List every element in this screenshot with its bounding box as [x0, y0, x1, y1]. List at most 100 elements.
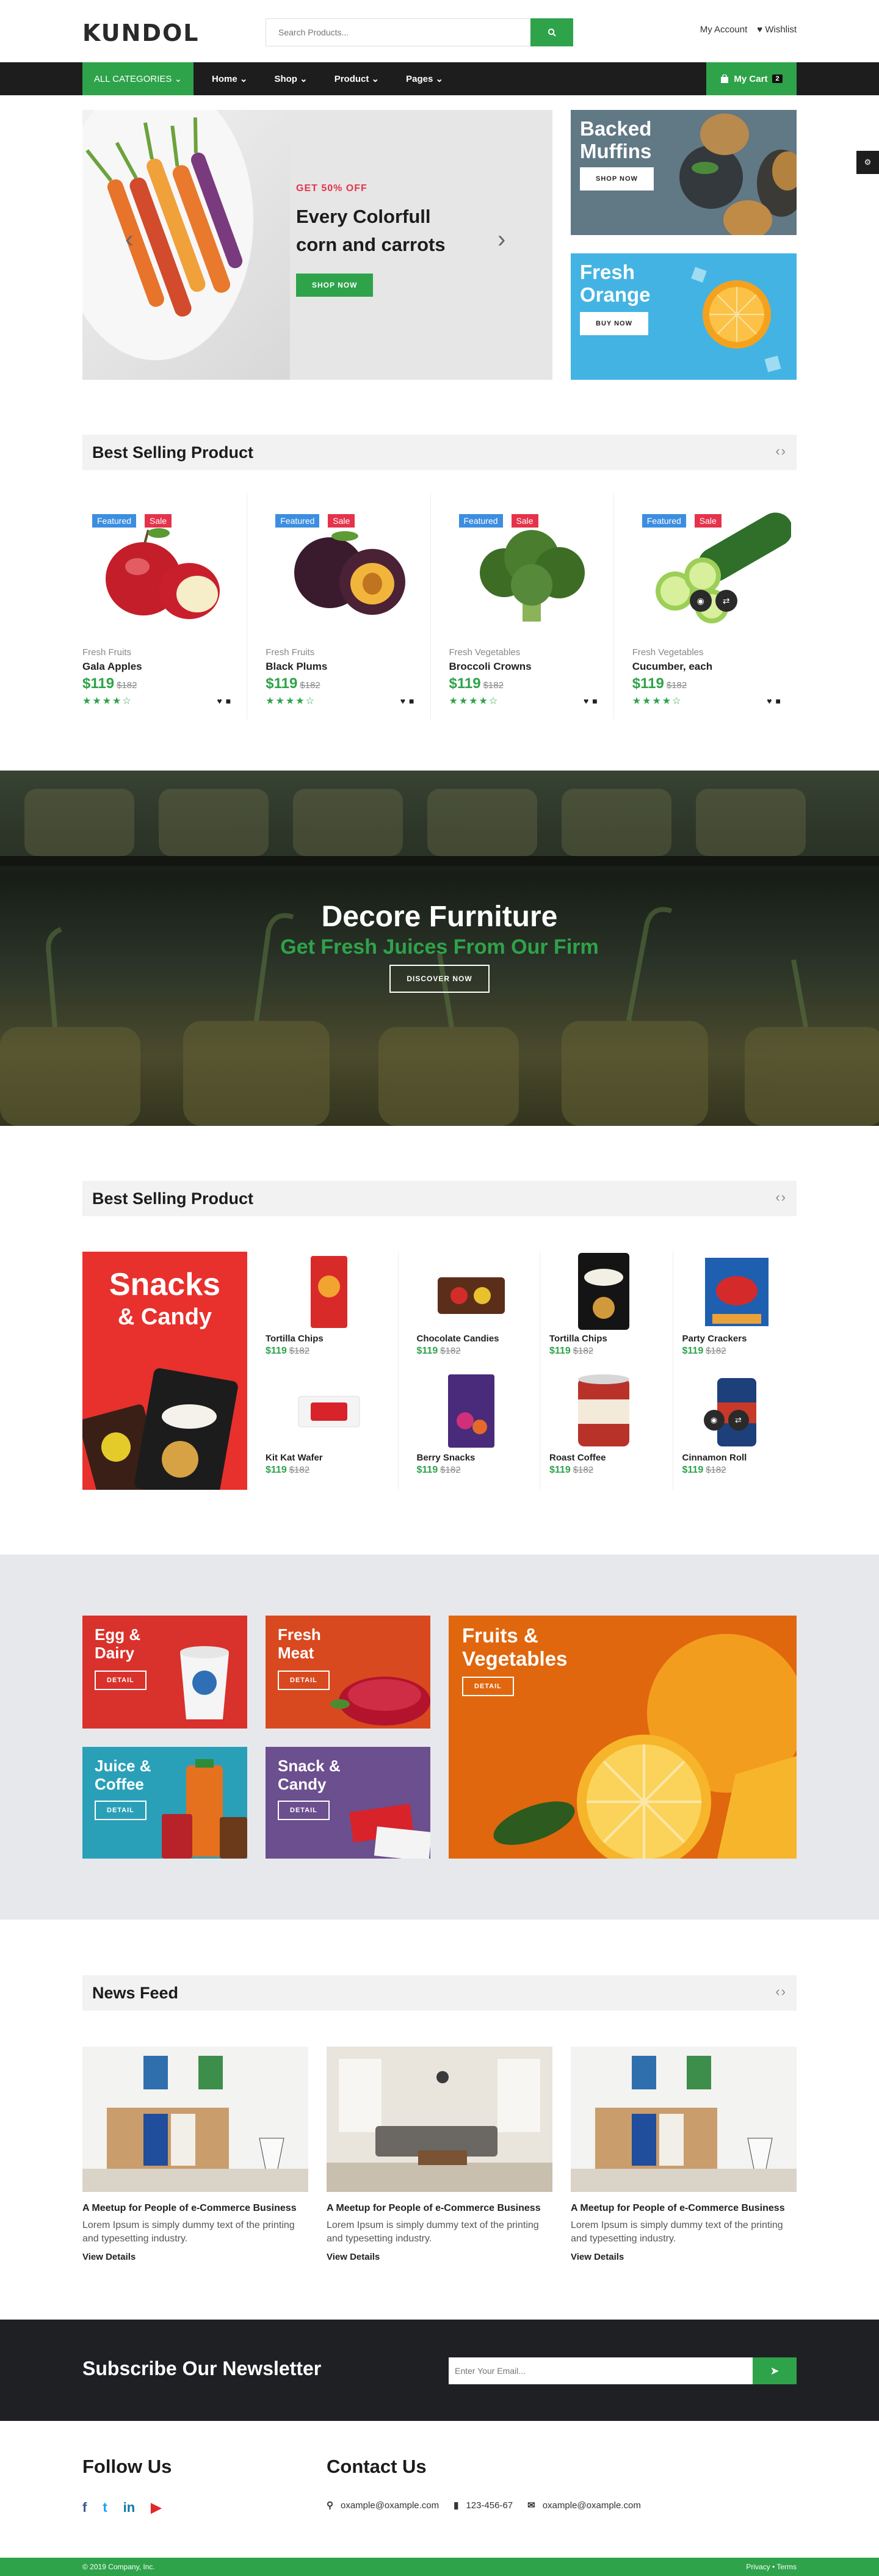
category-detail-button[interactable]: DETAIL — [278, 1671, 330, 1690]
slider-next-arrow-icon[interactable]: › — [497, 226, 505, 253]
wishlist-heart-icon[interactable]: ♥ — [584, 696, 592, 706]
facebook-icon[interactable]: f — [82, 2500, 87, 2516]
snack-card[interactable]: Kit Kat Wafer $119 $182 — [266, 1371, 399, 1490]
product-actions: ♥■ — [217, 696, 234, 706]
youtube-icon[interactable]: ▶ — [151, 2500, 161, 2516]
snacks-promo-banner[interactable]: Snacks & Candy — [82, 1252, 247, 1490]
product-name[interactable]: Broccoli Crowns — [449, 661, 532, 673]
banner-muffins[interactable]: Backed Muffins SHOP NOW — [571, 110, 797, 235]
product-name[interactable]: Gala Apples — [82, 661, 142, 673]
product-name[interactable]: Black Plums — [266, 661, 327, 673]
banner-orange[interactable]: Fresh Orange BUY NOW — [571, 253, 797, 380]
snack-card[interactable]: Chocolate Candies $119 $182 — [408, 1252, 540, 1371]
contact-phone: ▮ 123-456-67 — [454, 2500, 513, 2511]
category-fresh-meat[interactable]: Fresh Meat DETAIL — [266, 1616, 430, 1729]
category-title-line1: Egg & — [95, 1625, 141, 1644]
compare-icon[interactable]: ⇄ — [728, 1410, 749, 1431]
search-input[interactable] — [266, 19, 530, 46]
category-fruits-vegetables[interactable]: Fruits & Vegetables DETAIL — [449, 1616, 797, 1859]
category-detail-button[interactable]: DETAIL — [278, 1801, 330, 1820]
wishlist-heart-icon[interactable]: ♥ — [217, 696, 225, 706]
wishlist-heart-icon[interactable]: ♥ — [767, 696, 775, 706]
price-old: $182 — [483, 680, 504, 691]
banner-orange-title-line1: Fresh — [580, 261, 635, 283]
newsletter-email-input[interactable] — [449, 2357, 753, 2384]
banner-orange-buy-now-button[interactable]: BUY NOW — [580, 312, 648, 335]
view-details-link[interactable]: View Details — [82, 2252, 308, 2262]
featured-badge: Featured — [458, 514, 503, 528]
wishlist-heart-icon[interactable]: ♥ — [400, 696, 409, 706]
snack-card[interactable]: Roast Coffee $119 $182 — [540, 1371, 673, 1490]
twitter-icon[interactable]: t — [103, 2500, 107, 2516]
carousel-arrows[interactable]: ‹› — [775, 443, 787, 459]
search-button[interactable] — [530, 18, 573, 46]
news-card[interactable]: A Meetup for People of e-Commerce Busine… — [571, 2047, 797, 2262]
add-to-cart-bag-icon[interactable]: ■ — [776, 696, 784, 706]
minced-meat-image — [330, 1677, 430, 1725]
newsletter-submit-button[interactable]: ➤ — [753, 2357, 797, 2384]
hero-shop-now-button[interactable]: SHOP NOW — [296, 274, 374, 297]
all-categories-button[interactable]: ALL CATEGORIES ⌄ — [82, 62, 194, 95]
contact-email: ⚲ oxample@oxample.com — [327, 2500, 439, 2511]
hero-title-line1: Every Colorfull — [296, 206, 431, 227]
menu-item-home[interactable]: Home ⌄ — [212, 73, 247, 84]
my-account-link[interactable]: My Account — [700, 24, 748, 35]
product-card[interactable]: ◉ ⇄ Featured Sale Fresh Vegetables Cucum… — [614, 493, 797, 719]
product-card[interactable]: Featured Sale Fresh Fruits Gala Apples $… — [82, 493, 248, 719]
snack-card[interactable]: Tortilla Chips $119 $182 — [266, 1252, 399, 1371]
view-details-link[interactable]: View Details — [571, 2252, 797, 2262]
privacy-terms-links[interactable]: Privacy • Terms — [746, 2563, 797, 2571]
quick-view-eye-icon[interactable]: ◉ — [703, 1410, 725, 1431]
price-old: $182 — [117, 680, 137, 691]
product-card[interactable]: Featured Sale Fresh Vegetables Broccoli … — [431, 493, 614, 719]
add-to-cart-bag-icon[interactable]: ■ — [592, 696, 601, 706]
category-juice-coffee[interactable]: Juice & Coffee DETAIL — [82, 1747, 247, 1859]
product-card[interactable]: Featured Sale Fresh Fruits Black Plums $… — [247, 493, 431, 719]
follow-us-title: Follow Us — [82, 2456, 172, 2477]
snack-name: Tortilla Chips — [266, 1333, 324, 1344]
snack-card[interactable]: Tortilla Chips $119 $182 — [540, 1252, 673, 1371]
category-detail-button[interactable]: DETAIL — [462, 1677, 514, 1696]
category-title-line1: Snack & — [278, 1757, 341, 1775]
cart-button[interactable]: My Cart 2 — [706, 62, 797, 95]
category-detail-button[interactable]: DETAIL — [95, 1801, 146, 1820]
compare-icon[interactable]: ⇄ — [715, 590, 737, 612]
price-old: $182 — [573, 1346, 594, 1356]
category-title-line2: Dairy — [95, 1644, 135, 1662]
best-selling-header-2: Best Selling Product ‹› — [82, 1181, 797, 1216]
send-icon: ➤ — [770, 2364, 780, 2377]
category-detail-button[interactable]: DETAIL — [95, 1671, 146, 1690]
hero-offer: GET 50% OFF — [296, 183, 367, 194]
slider-prev-arrow-icon[interactable]: ‹ — [125, 226, 133, 253]
menu-item-product[interactable]: Product ⌄ — [335, 73, 379, 84]
view-details-link[interactable]: View Details — [327, 2252, 552, 2262]
news-title[interactable]: A Meetup for People of e-Commerce Busine… — [327, 2202, 552, 2215]
product-name[interactable]: Cucumber, each — [632, 661, 712, 673]
location-pin-icon: ⚲ — [327, 2500, 333, 2511]
category-egg-dairy[interactable]: Egg & Dairy DETAIL — [82, 1616, 247, 1729]
snack-price: $119 $182 — [682, 1465, 726, 1476]
add-to-cart-bag-icon[interactable]: ■ — [409, 696, 418, 706]
linkedin-icon[interactable]: in — [123, 2500, 136, 2516]
news-title[interactable]: A Meetup for People of e-Commerce Busine… — [571, 2202, 797, 2215]
news-card[interactable]: A Meetup for People of e-Commerce Busine… — [82, 2047, 308, 2262]
category-snack-candy[interactable]: Snack & Candy DETAIL — [266, 1747, 430, 1859]
add-to-cart-bag-icon[interactable]: ■ — [226, 696, 234, 706]
menu-item-pages[interactable]: Pages ⌄ — [406, 73, 443, 84]
category-title: Fruits & Vegetables — [462, 1624, 567, 1671]
wishlist-link[interactable]: ♥ Wishlist — [757, 24, 797, 35]
carousel-arrows[interactable]: ‹› — [775, 1984, 787, 2000]
snack-card[interactable]: Berry Snacks $119 $182 — [408, 1371, 540, 1490]
settings-toggle-button[interactable]: ⚙ — [856, 151, 879, 174]
banner-muffins-shop-now-button[interactable]: SHOP NOW — [580, 167, 654, 190]
snack-card[interactable]: Party Crackers $119 $182 — [673, 1252, 806, 1371]
juice-coffee-image — [162, 1759, 247, 1859]
site-logo[interactable]: KUNDOL — [82, 20, 200, 46]
news-title[interactable]: A Meetup for People of e-Commerce Busine… — [82, 2202, 308, 2215]
snack-card[interactable]: ◉ ⇄ Cinnamon Roll $119 $182 — [673, 1371, 806, 1490]
menu-item-shop[interactable]: Shop ⌄ — [274, 73, 307, 84]
carousel-arrows[interactable]: ‹› — [775, 1189, 787, 1205]
news-card[interactable]: A Meetup for People of e-Commerce Busine… — [327, 2047, 552, 2262]
discover-now-button[interactable]: DISCOVER NOW — [389, 965, 490, 993]
quick-view-eye-icon[interactable]: ◉ — [689, 590, 712, 612]
